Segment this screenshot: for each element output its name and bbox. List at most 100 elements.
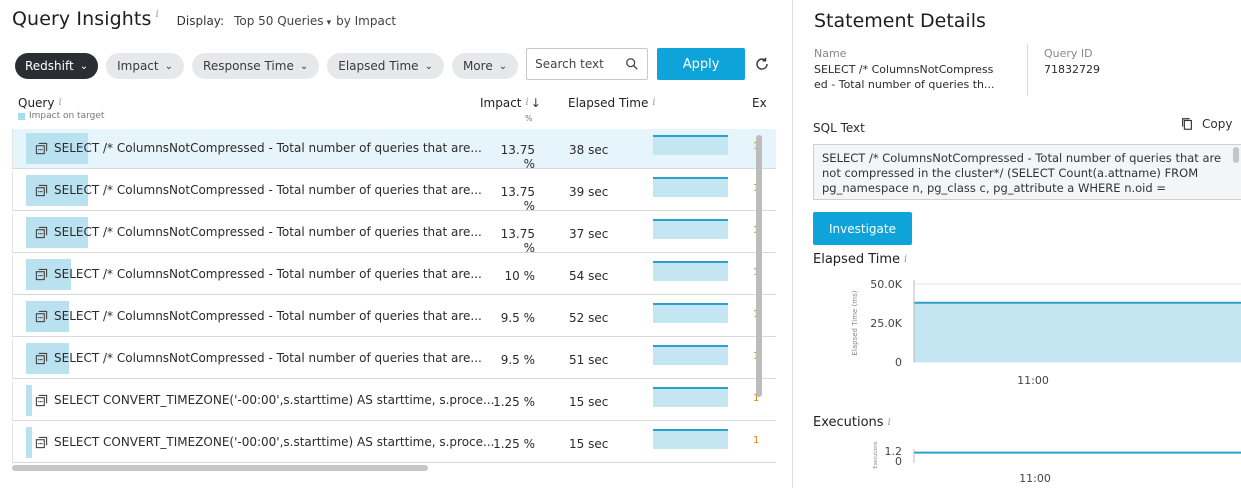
title-row: Query Insights i Display: Top 50 Queries…	[12, 8, 396, 30]
impact-cell: 10 %	[504, 269, 536, 283]
table-row[interactable]: SELECT /* ColumnsNotCompressed - Total n…	[12, 297, 776, 337]
elapsed-time-cell: 15 sec	[569, 437, 609, 451]
query-snippet-icon	[35, 268, 48, 280]
table-row[interactable]: SELECT /* ColumnsNotCompressed - Total n…	[12, 255, 776, 295]
elapsed-sparkline	[653, 303, 728, 323]
query-cell[interactable]: SELECT /* ColumnsNotCompressed - Total n…	[35, 141, 482, 155]
impact-legend-label: Impact on target	[29, 111, 105, 121]
query-cell[interactable]: SELECT /* ColumnsNotCompressed - Total n…	[35, 225, 482, 239]
caret-down-icon[interactable]: ▾	[327, 18, 332, 28]
elapsed-time-cell: 52 sec	[569, 311, 609, 325]
column-executions[interactable]: Ex	[752, 96, 767, 110]
query-text: SELECT /* ColumnsNotCompressed - Total n…	[54, 309, 482, 323]
info-icon[interactable]: i	[58, 97, 61, 108]
display-dropdown[interactable]: Top 50 Queries	[234, 14, 323, 28]
elapsed-time-cell: 37 sec	[569, 227, 609, 241]
details-charts: 50.0K25.0K011:00Elapsed Time (ms)1.2011:…	[851, 278, 1241, 485]
chevron-down-icon: ⌄	[424, 60, 433, 72]
table-row[interactable]: SELECT /* ColumnsNotCompressed - Total n…	[12, 339, 776, 379]
query-text: SELECT CONVERT_TIMEZONE('-00:00',s.start…	[54, 393, 495, 407]
query-text: SELECT CONVERT_TIMEZONE('-00:00',s.start…	[54, 435, 495, 449]
impact-cell: 13.75 %	[500, 185, 535, 213]
query-text: SELECT /* ColumnsNotCompressed - Total n…	[54, 351, 482, 365]
column-elapsed-label: Elapsed Time	[568, 96, 649, 110]
horizontal-scrollbar[interactable]	[12, 465, 428, 471]
query-text: SELECT /* ColumnsNotCompressed - Total n…	[54, 225, 482, 239]
column-impact-label: Impact	[480, 96, 522, 110]
elapsed-time-cell: 38 sec	[569, 143, 609, 157]
search-input[interactable]: Search text	[526, 48, 649, 80]
y-axis-label: Elapsed Time (ms)	[851, 290, 859, 355]
elapsed-sparkline	[653, 261, 728, 281]
executions-cell: 1	[753, 435, 760, 446]
query-text: SELECT /* ColumnsNotCompressed - Total n…	[54, 267, 482, 281]
search-icon[interactable]	[625, 57, 639, 71]
column-query[interactable]: Query i Impact on target	[18, 96, 104, 121]
elapsed-sparkline	[653, 387, 728, 407]
y-tick-label: 0	[895, 455, 902, 468]
y-tick-label: 25.0K	[870, 317, 902, 330]
impact-cell: 9.5 %	[500, 311, 535, 325]
chevron-down-icon: ⌄	[164, 60, 174, 72]
filter-response-time[interactable]: Response Time ⌄	[192, 53, 320, 79]
display-by-label: by Impact	[336, 14, 397, 28]
area-fill	[914, 302, 1241, 362]
query-snippet-icon	[35, 184, 48, 196]
impact-bar	[26, 385, 32, 416]
elapsed-time-cell: 54 sec	[569, 269, 609, 283]
legend-swatch	[18, 112, 25, 120]
filter-impact[interactable]: Impact ⌄	[106, 53, 185, 79]
query-snippet-icon	[35, 394, 48, 406]
table-row[interactable]: SELECT /* ColumnsNotCompressed - Total n…	[12, 129, 776, 171]
impact-cell: 9.5 %	[500, 353, 535, 367]
table-row[interactable]: SELECT CONVERT_TIMEZONE('-00:00',s.start…	[12, 423, 776, 463]
x-tick-label: 11:00	[1017, 374, 1049, 387]
sort-desc-icon[interactable]: ↓	[531, 96, 541, 110]
query-insights-app: Query Insights i Display: Top 50 Queries…	[0, 0, 1241, 488]
vertical-scrollbar[interactable]	[756, 135, 762, 397]
reset-button[interactable]: Re	[754, 56, 776, 72]
query-cell[interactable]: SELECT /* ColumnsNotCompressed - Total n…	[35, 309, 482, 323]
query-snippet-icon	[35, 436, 48, 448]
query-cell[interactable]: SELECT /* ColumnsNotCompressed - Total n…	[35, 351, 482, 365]
query-cell[interactable]: SELECT /* ColumnsNotCompressed - Total n…	[35, 267, 482, 281]
filter-label: Impact	[117, 59, 159, 73]
table-row[interactable]: SELECT /* ColumnsNotCompressed - Total n…	[12, 213, 776, 255]
elapsed-sparkline	[653, 135, 728, 155]
filter-label: Response Time	[203, 59, 294, 73]
table-row[interactable]: SELECT /* ColumnsNotCompressed - Total n…	[12, 171, 776, 213]
chevron-down-icon: ⌄	[498, 60, 508, 72]
reset-icon	[756, 57, 768, 70]
elapsed-sparkline	[653, 345, 728, 365]
chevron-down-icon: ⌄	[299, 60, 309, 72]
elapsed-sparkline	[653, 429, 728, 449]
apply-button[interactable]: Apply	[657, 48, 746, 80]
impact-cell: 13.75 %	[500, 227, 535, 255]
table-header: Query i Impact on target Impact i ↓ % Elaps…	[12, 95, 776, 127]
query-snippet-icon	[35, 142, 48, 154]
elapsed-time-cell: 15 sec	[569, 395, 609, 409]
info-icon[interactable]: i	[155, 9, 158, 20]
impact-cell: 1.25 %	[493, 395, 535, 409]
table-row[interactable]: SELECT CONVERT_TIMEZONE('-00:00',s.start…	[12, 381, 776, 421]
info-icon[interactable]: i	[526, 97, 529, 108]
column-elapsed-time[interactable]: Elapsed Time i	[568, 96, 656, 110]
info-icon[interactable]: i	[652, 97, 655, 108]
filter-redshift[interactable]: Redshift ⌄	[15, 53, 99, 79]
query-snippet-icon	[35, 226, 48, 238]
filter-more[interactable]: More ⌄	[451, 53, 519, 79]
query-table-body: SELECT /* ColumnsNotCompressed - Total n…	[12, 129, 776, 465]
elapsed-time-cell: 39 sec	[569, 185, 609, 199]
query-cell[interactable]: SELECT CONVERT_TIMEZONE('-00:00',s.start…	[35, 435, 494, 449]
elapsed-sparkline	[653, 177, 728, 197]
query-snippet-icon	[35, 352, 48, 364]
chevron-down-icon: ⌄	[79, 60, 89, 72]
query-cell[interactable]: SELECT CONVERT_TIMEZONE('-00:00',s.start…	[35, 393, 494, 407]
filter-elapsed-time[interactable]: Elapsed Time ⌄	[327, 53, 444, 79]
column-impact[interactable]: Impact i ↓ %	[480, 96, 541, 123]
y-tick-label: 0	[895, 356, 902, 369]
query-cell[interactable]: SELECT /* ColumnsNotCompressed - Total n…	[35, 183, 482, 197]
x-tick-label: 11:00	[1019, 472, 1051, 485]
filter-bar: Redshift ⌄ Impact ⌄ Response Time ⌄ Elap…	[15, 48, 776, 82]
impact-legend: Impact on target	[18, 111, 104, 121]
